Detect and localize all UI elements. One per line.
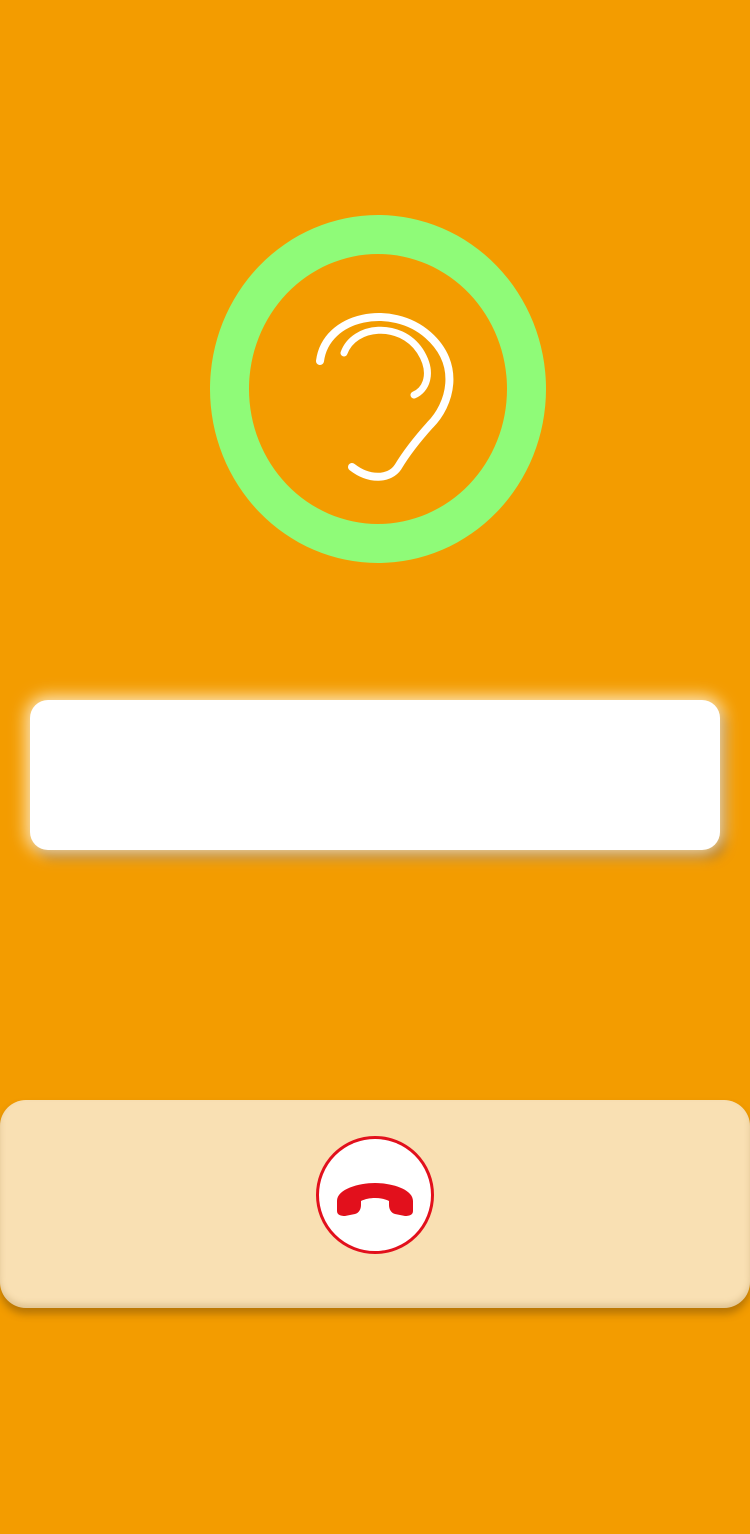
message-box — [30, 700, 720, 850]
ear-icon — [316, 313, 454, 481]
end-call-button[interactable] — [316, 1136, 434, 1254]
phone-hangup-icon — [337, 1183, 413, 1216]
